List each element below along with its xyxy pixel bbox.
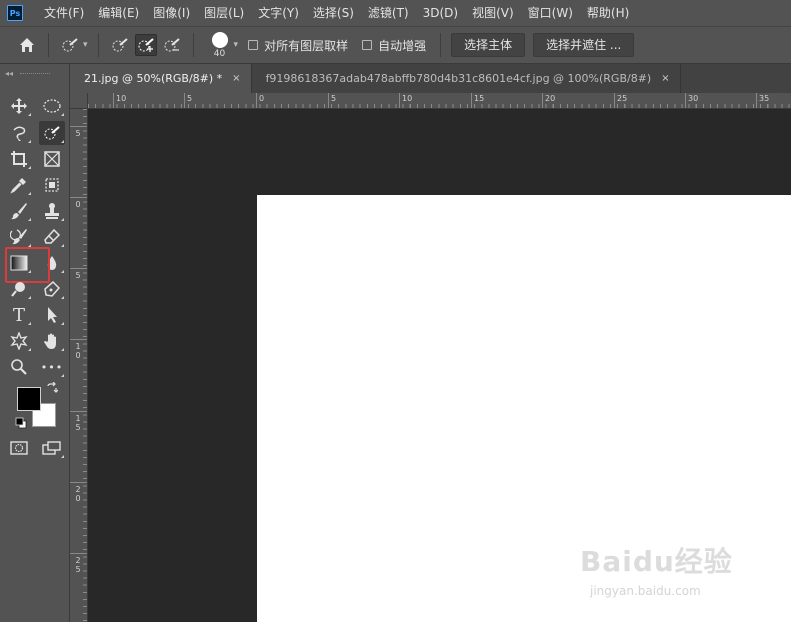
menu-file[interactable]: 文件(F)	[37, 0, 91, 26]
subtract-from-selection-brush-icon[interactable]	[161, 34, 183, 56]
menu-edit[interactable]: 编辑(E)	[91, 0, 146, 26]
photoshop-logo[interactable]: Ps	[7, 5, 23, 21]
custom-shape-tool-icon[interactable]	[6, 329, 32, 353]
menu-help[interactable]: 帮助(H)	[580, 0, 636, 26]
divider	[192, 33, 194, 57]
screen-mode-icon[interactable]	[39, 436, 65, 460]
ruler-label: 25	[75, 556, 81, 574]
collapse-icon[interactable]: ◂◂	[5, 69, 13, 78]
magnetic-lasso-tool-icon[interactable]	[6, 121, 32, 145]
tab-f9198618-jpg[interactable]: f9198618367adab478abffb780d4b31c8601e4cf…	[251, 64, 681, 93]
ruler-label: 5	[75, 129, 81, 138]
move-tool-icon[interactable]	[6, 94, 32, 118]
add-to-selection-brush-icon[interactable]	[134, 34, 157, 56]
brush-size-picker[interactable]: 40	[211, 31, 228, 59]
default-colors-icon[interactable]	[15, 417, 27, 429]
menu-view[interactable]: 视图(V)	[465, 0, 521, 26]
new-selection-brush-icon[interactable]	[109, 34, 131, 56]
tool-preset-picker-icon[interactable]	[59, 34, 81, 56]
type-tool-glyph: T	[12, 304, 25, 326]
brush-preview-icon	[211, 31, 228, 48]
options-bar: ▾ 40 ▾ 对所有图层取样 自动增强 选择主体 选择并遮住 ...	[0, 26, 791, 64]
checkbox-square[interactable]	[362, 40, 373, 50]
ruler-label: 5	[75, 271, 81, 280]
ruler-label: 5	[187, 94, 193, 103]
vertical-ruler[interactable]: 5 0 5 10 15 20 25	[70, 109, 88, 622]
history-brush-tool-icon[interactable]	[6, 225, 32, 249]
dodge-tool-icon[interactable]	[6, 277, 32, 301]
elliptical-marquee-tool-icon[interactable]	[39, 94, 65, 118]
menu-window[interactable]: 窗口(W)	[521, 0, 580, 26]
auto-enhance-checkbox[interactable]: 自动增强	[362, 37, 426, 54]
ruler-label: 0	[259, 94, 265, 103]
menu-type[interactable]: 文字(Y)	[251, 0, 306, 26]
zoom-tool-icon[interactable]	[6, 355, 32, 379]
tab-label: f9198618367adab478abffb780d4b31c8601e4cf…	[265, 72, 652, 85]
eyedropper-tool-icon[interactable]	[6, 173, 32, 197]
ruler-minor-ticks	[83, 109, 87, 622]
pen-tool-icon[interactable]	[39, 277, 65, 301]
ruler-label: 10	[116, 94, 127, 103]
ruler-label: 15	[75, 414, 81, 432]
ruler-label: 5	[331, 94, 337, 103]
more-glyph: •••	[40, 360, 64, 374]
foreground-color-swatch[interactable]	[17, 387, 41, 411]
quick-mask-icon[interactable]	[6, 436, 32, 460]
quick-selection-tool-icon[interactable]	[39, 121, 65, 145]
ruler-label: 35	[759, 94, 770, 103]
tools-panel: ◂◂ T •••	[0, 64, 70, 622]
menu-layer[interactable]: 图层(L)	[197, 0, 251, 26]
sample-all-layers-checkbox[interactable]: 对所有图层取样	[248, 37, 348, 54]
brush-tool-icon[interactable]	[6, 199, 32, 223]
grip-dots	[20, 72, 50, 74]
ruler-label: 20	[75, 485, 81, 503]
checkbox-square[interactable]	[248, 40, 259, 50]
type-tool-icon[interactable]: T	[6, 303, 32, 327]
menu-bar: Ps 文件(F) 编辑(E) 图像(I) 图层(L) 文字(Y) 选择(S) 滤…	[0, 0, 791, 26]
ruler-label: 30	[688, 94, 699, 103]
menu-3d[interactable]: 3D(D)	[416, 0, 465, 26]
home-icon[interactable]	[16, 34, 38, 56]
chevron-down-icon[interactable]: ▾	[83, 40, 88, 50]
menu-filter[interactable]: 滤镜(T)	[361, 0, 416, 26]
select-and-mask-button[interactable]: 选择并遮住 ...	[533, 33, 635, 57]
path-selection-tool-icon[interactable]	[39, 303, 65, 327]
tab-label: 21.jpg @ 50%(RGB/8#) *	[84, 72, 223, 85]
ruler-label: 20	[545, 94, 556, 103]
ruler-label: 15	[474, 94, 485, 103]
close-icon[interactable]: ×	[661, 73, 669, 84]
ruler-label: 25	[617, 94, 628, 103]
ruler-label: 10	[75, 342, 81, 360]
horizontal-ruler[interactable]: 10 5 0 5 10 15 20 25 30 35	[88, 93, 791, 109]
watermark-brand: Baidu经验	[580, 545, 733, 578]
swap-colors-icon[interactable]	[46, 381, 59, 394]
divider	[97, 33, 99, 57]
close-icon[interactable]: ×	[232, 73, 240, 84]
eraser-tool-icon[interactable]	[39, 225, 65, 249]
divider	[440, 33, 442, 57]
tab-21-jpg[interactable]: 21.jpg @ 50%(RGB/8#) * ×	[70, 64, 252, 93]
ruler-label: 10	[402, 94, 413, 103]
sample-all-layers-label: 对所有图层取样	[264, 38, 349, 53]
divider	[48, 33, 49, 57]
edit-toolbar-icon[interactable]: •••	[39, 355, 65, 379]
crop-tool-icon[interactable]	[6, 147, 32, 171]
chevron-down-icon[interactable]: ▾	[234, 40, 239, 50]
frame-tool-icon[interactable]	[39, 147, 65, 171]
toolbar-grip[interactable]: ◂◂	[0, 64, 69, 82]
menu-image[interactable]: 图像(I)	[146, 0, 197, 26]
object-selection-tool-icon[interactable]	[39, 173, 65, 197]
ruler-origin[interactable]	[70, 93, 88, 109]
clone-stamp-tool-icon[interactable]	[39, 199, 65, 223]
auto-enhance-label: 自动增强	[378, 38, 427, 53]
brush-size-value: 40	[213, 48, 226, 59]
select-subject-button[interactable]: 选择主体	[451, 33, 526, 57]
ruler-minor-ticks	[88, 104, 791, 108]
baidu-watermark: Baidu经验 jingyan.baidu.com	[580, 540, 760, 610]
ruler-label: 0	[75, 200, 81, 209]
hand-tool-icon[interactable]	[39, 329, 65, 353]
watermark-url: jingyan.baidu.com	[590, 584, 701, 598]
menu-select[interactable]: 选择(S)	[306, 0, 361, 26]
document-tabs: 21.jpg @ 50%(RGB/8#) * × f9198618367adab…	[70, 64, 791, 93]
